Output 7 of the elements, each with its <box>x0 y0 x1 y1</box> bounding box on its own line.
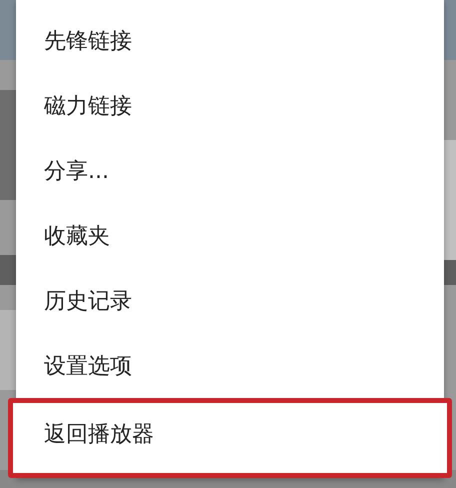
menu-item[interactable]: 分享... <box>16 138 444 203</box>
menu-item[interactable]: 历史记录 <box>16 268 444 333</box>
menu-item[interactable]: 收藏夹 <box>16 203 444 268</box>
menu-item[interactable]: 返回播放器 <box>8 398 452 478</box>
menu-item[interactable]: 先锋链接 <box>16 8 444 73</box>
menu-item[interactable]: 磁力链接 <box>16 73 444 138</box>
menu-item[interactable]: 设置选项 <box>16 333 444 398</box>
